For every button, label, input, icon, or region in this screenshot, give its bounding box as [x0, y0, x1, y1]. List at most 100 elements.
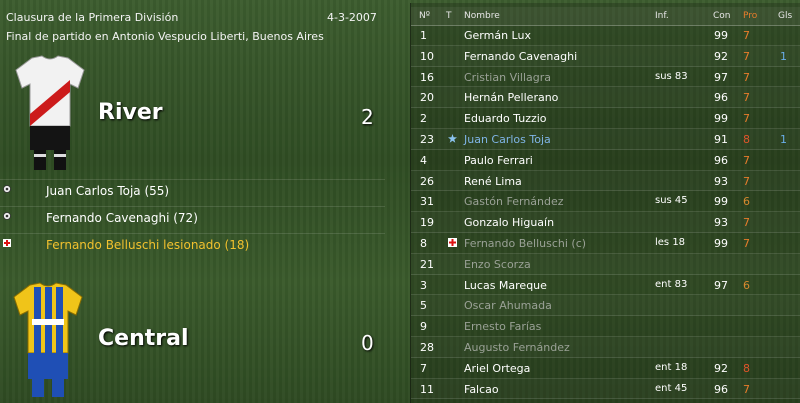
- cell-inf: ent 45: [655, 382, 688, 394]
- event-goal-cavenaghi: Fernando Cavenaghi (72): [0, 206, 385, 230]
- cell-pro: 7: [743, 216, 750, 230]
- cell-name: Juan Carlos Toja: [464, 133, 551, 146]
- cell-name: Paulo Ferrari: [464, 153, 533, 167]
- table-row[interactable]: 19 Gonzalo Higuaín 93 7: [411, 212, 800, 233]
- ball-icon: [3, 185, 11, 193]
- table-row[interactable]: 26 René Lima 93 7: [411, 171, 800, 192]
- cell-name: Ariel Ortega: [464, 361, 531, 375]
- cell-pro: 8: [743, 361, 750, 375]
- cell-con: 96: [714, 382, 728, 396]
- cell-num: 7: [420, 361, 427, 375]
- cell-pro: 7: [743, 174, 750, 188]
- event-text: Fernando Cavenaghi (72): [46, 211, 198, 225]
- cell-num: 20: [420, 91, 434, 105]
- cell-con: 93: [714, 174, 728, 188]
- cell-con: 96: [714, 91, 728, 105]
- away-kit-icon: [13, 282, 83, 397]
- away-score: 0: [361, 331, 374, 355]
- cell-con: 99: [714, 112, 728, 126]
- cell-name: Ernesto Farías: [464, 320, 542, 334]
- header-num[interactable]: Nº: [419, 11, 430, 21]
- header-pro[interactable]: Pro: [743, 11, 757, 21]
- table-row[interactable]: 5 Oscar Ahumada: [411, 295, 800, 317]
- cell-con: 99: [714, 195, 728, 209]
- cell-con: 97: [714, 278, 728, 292]
- cell-num: 9: [420, 320, 427, 334]
- cell-pro: 7: [743, 49, 750, 63]
- table-row[interactable]: 21 Enzo Scorza: [411, 254, 800, 275]
- cell-num: 3: [420, 278, 427, 292]
- cell-pro: 7: [743, 382, 750, 396]
- cell-inf: ent 83: [655, 278, 688, 290]
- cell-name: Fernando Cavenaghi: [464, 49, 578, 63]
- cell-pro: 7: [743, 29, 750, 42]
- table-row[interactable]: 23 Juan Carlos Toja 91 8 1: [411, 129, 800, 150]
- cell-name: René Lima: [464, 174, 522, 188]
- header-gls[interactable]: Gls: [778, 11, 792, 21]
- header-inf[interactable]: Inf.: [655, 11, 669, 21]
- cell-num: 8: [420, 237, 427, 250]
- table-row[interactable]: 28 Augusto Fernández: [411, 337, 800, 358]
- cell-name: Augusto Fernández: [464, 341, 570, 354]
- cell-pro: 7: [743, 112, 750, 126]
- cell-gls: 1: [780, 49, 787, 63]
- table-row[interactable]: 8 Fernando Belluschi (c) les 18 99 7: [411, 233, 800, 254]
- table-row[interactable]: 3 Lucas Mareque ent 83 97 6: [411, 275, 800, 296]
- table-row[interactable]: 31 Gastón Fernández sus 45 99 6: [411, 191, 800, 213]
- cell-inf: les 18: [655, 237, 686, 248]
- cell-con: 96: [714, 153, 728, 167]
- table-row[interactable]: 7 Ariel Ortega ent 18 92 8: [411, 358, 800, 379]
- cell-name: Lucas Mareque: [464, 278, 547, 292]
- table-row[interactable]: 9 Ernesto Farías: [411, 316, 800, 337]
- star-icon: [448, 134, 457, 143]
- cell-num: 1: [420, 29, 427, 42]
- injury-icon: [3, 239, 11, 247]
- event-goal-toja: Juan Carlos Toja (55): [0, 179, 385, 203]
- away-team-name: Central: [98, 326, 189, 351]
- cell-num: 5: [420, 299, 427, 313]
- cell-pro: 7: [743, 70, 750, 84]
- match-date: 4-3-2007: [327, 11, 377, 24]
- table-row[interactable]: 2 Eduardo Tuzzio 99 7: [411, 108, 800, 129]
- header-name[interactable]: Nombre: [464, 11, 500, 21]
- cell-con: 97: [714, 70, 728, 84]
- cell-num: 4: [420, 153, 427, 167]
- cell-con: 92: [714, 361, 728, 375]
- table-row[interactable]: 11 Falcao ent 45 96 7: [411, 379, 800, 400]
- cell-pro: 7: [743, 91, 750, 105]
- cell-pro: 7: [743, 237, 750, 250]
- cell-name: Eduardo Tuzzio: [464, 112, 547, 126]
- cell-con: 99: [714, 29, 728, 42]
- event-text: Fernando Belluschi lesionado (18): [46, 238, 250, 252]
- cell-name: Gonzalo Higuaín: [464, 216, 555, 230]
- cell-num: 21: [420, 257, 434, 271]
- cell-name: Oscar Ahumada: [464, 299, 552, 313]
- table-row[interactable]: 16 Cristian Villagra sus 83 97 7: [411, 67, 800, 88]
- cell-gls: 1: [780, 133, 787, 146]
- cell-name: Falcao: [464, 382, 499, 396]
- cell-con: 93: [714, 216, 728, 230]
- table-row[interactable]: 1 Germán Lux 99 7: [411, 25, 800, 46]
- cell-num: 19: [420, 216, 434, 230]
- table-row[interactable]: 20 Hernán Pellerano 96 7: [411, 87, 800, 109]
- cell-num: 31: [420, 195, 434, 209]
- home-kit-icon: [15, 55, 85, 170]
- header-con[interactable]: Con: [713, 11, 731, 21]
- cell-num: 23: [420, 133, 434, 146]
- cell-num: 26: [420, 174, 434, 188]
- cell-name: Cristian Villagra: [464, 70, 552, 84]
- cell-num: 16: [420, 70, 434, 84]
- cell-pro: 6: [743, 195, 750, 209]
- header-t[interactable]: T: [446, 11, 452, 21]
- cell-num: 2: [420, 112, 427, 126]
- table-row[interactable]: 10 Fernando Cavenaghi 92 7 1: [411, 46, 800, 67]
- cell-pro: 7: [743, 153, 750, 167]
- cell-inf: ent 18: [655, 361, 688, 373]
- player-ratings-table: Nº T Nombre Inf. Con Pro Gls 1 Germán Lux…: [410, 3, 800, 403]
- table-row[interactable]: 4 Paulo Ferrari 96 7: [411, 150, 800, 171]
- cell-con: 99: [714, 237, 728, 250]
- cell-num: 10: [420, 49, 434, 63]
- cell-name: Germán Lux: [464, 29, 531, 42]
- table-header: Nº T Nombre Inf. Con Pro Gls: [411, 7, 800, 26]
- cell-name: Hernán Pellerano: [464, 91, 559, 105]
